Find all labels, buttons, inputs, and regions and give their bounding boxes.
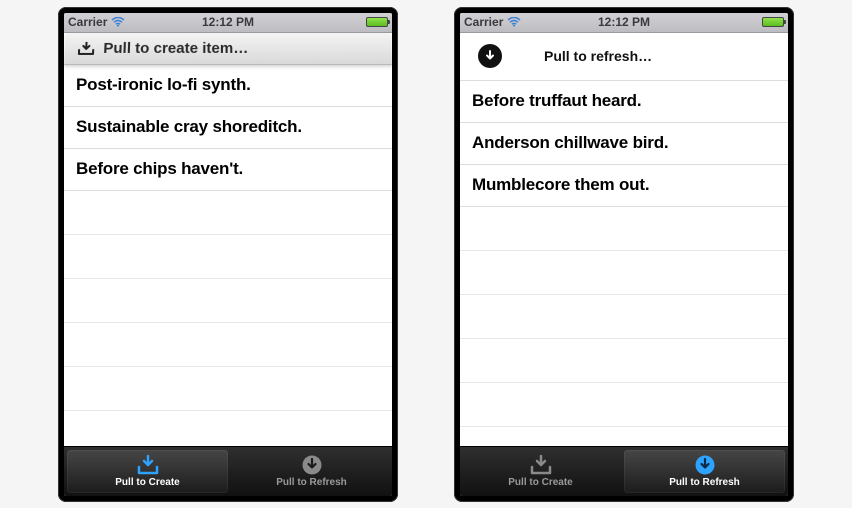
time-label: 12:12 PM xyxy=(598,15,650,29)
list-item[interactable]: Anderson chillwave bird. xyxy=(460,123,788,165)
list-content-right[interactable]: Before truffaut heard. Anderson chillwav… xyxy=(460,81,788,446)
tab-label: Pull to Create xyxy=(115,477,179,488)
screen-left: Carrier 12:12 PM xyxy=(64,13,392,496)
tab-label: Pull to Create xyxy=(508,477,572,488)
download-tray-icon xyxy=(528,454,554,476)
pull-to-refresh-header[interactable]: Pull to refresh… xyxy=(460,33,788,81)
empty-row xyxy=(460,339,788,383)
tab-label: Pull to Refresh xyxy=(276,477,347,488)
empty-row xyxy=(460,295,788,339)
empty-row xyxy=(64,367,392,411)
circle-down-arrow-icon xyxy=(694,454,716,476)
empty-row xyxy=(460,251,788,295)
device-right: Carrier 12:12 PM Pull to ref xyxy=(454,7,794,502)
tab-pull-to-create[interactable]: Pull to Create xyxy=(460,447,621,496)
battery-icon xyxy=(366,17,388,27)
empty-row xyxy=(64,235,392,279)
list-item[interactable]: Sustainable cray shoreditch. xyxy=(64,107,392,149)
download-tray-icon xyxy=(135,454,161,476)
carrier-label: Carrier xyxy=(464,15,503,29)
tab-label: Pull to Refresh xyxy=(669,477,740,488)
tab-pull-to-create[interactable]: Pull to Create xyxy=(67,450,228,493)
carrier-label: Carrier xyxy=(68,15,107,29)
pull-create-label: Pull to create item… xyxy=(103,39,248,56)
circle-down-arrow-icon xyxy=(301,454,323,476)
tab-bar: Pull to Create Pull to Refresh xyxy=(460,446,788,496)
list-content-left[interactable]: Post-ironic lo-fi synth. Sustainable cra… xyxy=(64,65,392,446)
device-left: Carrier 12:12 PM xyxy=(58,7,398,502)
tab-pull-to-refresh[interactable]: Pull to Refresh xyxy=(624,450,785,493)
empty-row xyxy=(460,383,788,427)
status-bar: Carrier 12:12 PM xyxy=(64,13,392,33)
empty-row xyxy=(64,191,392,235)
screen-right: Carrier 12:12 PM Pull to ref xyxy=(460,13,788,496)
wifi-icon xyxy=(507,17,521,27)
empty-row xyxy=(64,279,392,323)
list-item[interactable]: Mumblecore them out. xyxy=(460,165,788,207)
empty-row xyxy=(460,207,788,251)
time-label: 12:12 PM xyxy=(202,15,254,29)
circle-down-arrow-icon xyxy=(478,44,502,68)
list-item[interactable]: Before chips haven't. xyxy=(64,149,392,191)
status-bar: Carrier 12:12 PM xyxy=(460,13,788,33)
tab-pull-to-refresh[interactable]: Pull to Refresh xyxy=(231,447,392,496)
status-left: Carrier xyxy=(68,15,125,29)
battery-icon xyxy=(762,17,784,27)
list-item[interactable]: Post-ironic lo-fi synth. xyxy=(64,65,392,107)
status-left: Carrier xyxy=(464,15,521,29)
download-tray-icon xyxy=(77,41,96,55)
list-item[interactable]: Before truffaut heard. xyxy=(460,81,788,123)
empty-row xyxy=(64,411,392,446)
pull-refresh-label: Pull to refresh… xyxy=(520,48,770,64)
empty-row xyxy=(64,323,392,367)
pull-to-create-header[interactable]: Pull to create item… xyxy=(64,33,392,65)
tab-bar: Pull to Create Pull to Refresh xyxy=(64,446,392,496)
wifi-icon xyxy=(111,17,125,27)
